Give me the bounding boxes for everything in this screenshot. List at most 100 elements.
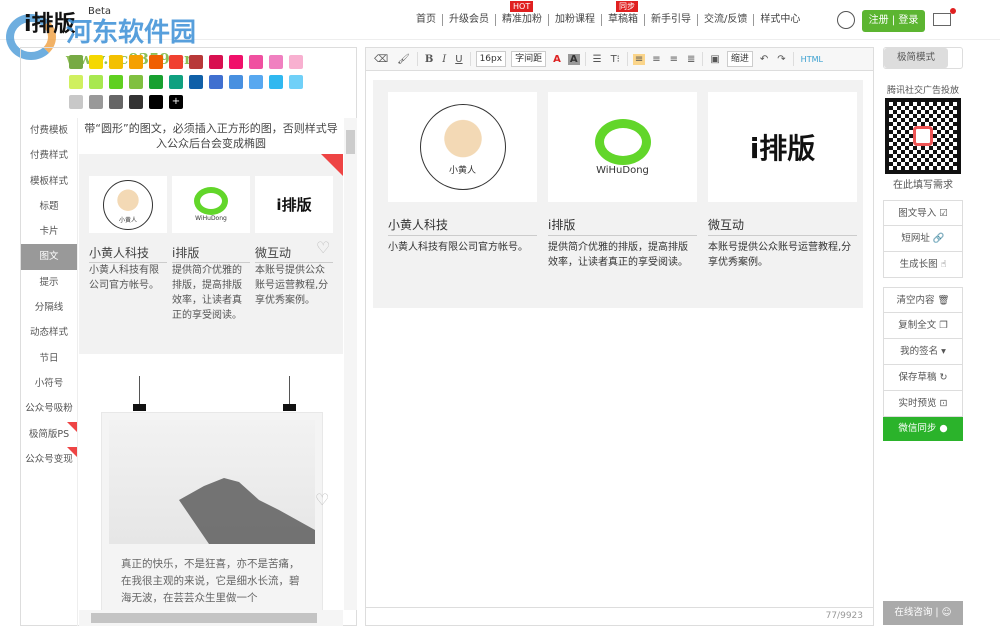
tool-button[interactable]: 短网址 🔗 [883,226,963,252]
card[interactable]: i排版微互动本账号提供公众账号运营教程,分享优秀案例。 [708,92,857,270]
brush-icon[interactable]: 🖌 [395,54,412,65]
mail-icon[interactable] [933,13,951,26]
sidebar-item[interactable]: 动态样式 [21,320,77,345]
color-swatch[interactable] [69,75,83,89]
tool-button[interactable]: 清空内容 🗑 [883,287,963,313]
wechat-sync-button[interactable]: 微信同步 ● [883,417,963,441]
color-swatch[interactable] [189,55,203,69]
editor-content[interactable]: 小黄人小黄人科技小黄人科技有限公司官方帐号。WiHuDongi排版提供简介优雅的… [373,80,863,308]
color-swatch[interactable] [129,95,143,109]
heart-icon[interactable]: ♡ [315,490,329,509]
undo-icon[interactable]: ↶ [758,54,770,65]
sidebar-item[interactable]: 模板样式 [21,169,77,194]
sidebar-item[interactable]: 节日 [21,346,77,371]
sidebar-item[interactable]: 付费模板 [21,118,77,143]
color-swatch[interactable] [229,55,243,69]
bold-button[interactable]: B [423,54,435,65]
nav-item[interactable]: 首页 [410,14,443,26]
sidebar-item[interactable]: 图文 [21,244,77,269]
tool-button[interactable]: 图文导入 ☑ [883,200,963,226]
align-left-icon[interactable]: ≡ [633,54,645,65]
justify-icon[interactable]: ≣ [685,54,697,65]
card[interactable]: WiHuDongi排版提供简介优雅的排版，提高排版效率，让读者真正的享受阅读。 [548,92,697,270]
color-swatch[interactable] [269,75,283,89]
color-swatch[interactable] [129,55,143,69]
indent-button[interactable]: 缩进 [727,51,753,67]
list-button[interactable]: ☰ [591,54,604,65]
tool-button[interactable]: 我的签名 ▾ [883,339,963,365]
sidebar-item[interactable]: 提示 [21,270,77,295]
sidebar-item[interactable]: 标题 [21,194,77,219]
heart-icon[interactable]: ♡ [316,238,330,257]
color-swatch[interactable] [149,55,163,69]
card-template[interactable]: 小黄人小黄人科技小黄人科技有限公司官方帐号。WiHuDongi排版提供简介优雅的… [89,176,333,323]
nav-item[interactable]: 加粉课程 [549,14,602,26]
color-swatch[interactable] [189,75,203,89]
horizontal-scrollbar[interactable] [79,610,343,626]
color-swatch[interactable] [149,75,163,89]
online-consult-button[interactable]: 在线咨询 | ☺ [883,601,963,625]
html-button[interactable]: HTML [799,55,825,64]
color-swatch[interactable] [109,55,123,69]
card[interactable]: WiHuDongi排版提供简介优雅的排版，提高排版效率，让读者真正的享受阅读。 [172,176,250,323]
nav-item[interactable]: 精准加粉HOT [496,14,549,26]
nav-item[interactable]: 升级会员 [443,14,496,26]
user-icon[interactable] [837,11,855,29]
color-swatch[interactable] [209,55,223,69]
color-swatch[interactable] [89,95,103,109]
qr-caption[interactable]: 在此填写需求 [883,176,963,191]
image-icon[interactable]: ▣ [708,54,721,65]
color-swatch[interactable] [289,55,303,69]
poem-template[interactable]: ♡ 真正的快乐，不是狂喜，亦不是苦痛，在我很主观的来说，它是细水长流，碧海无波，… [79,354,343,610]
color-swatch[interactable] [229,75,243,89]
sidebar-item[interactable]: 小符号 [21,371,77,396]
color-swatch[interactable] [169,55,183,69]
font-color-button[interactable]: A [551,54,563,65]
simple-mode-toggle[interactable]: 极简模式 [883,47,963,69]
add-color-button[interactable]: + [169,95,183,109]
align-center-icon[interactable]: ≡ [650,54,662,65]
qr-code[interactable] [885,98,961,174]
color-swatch[interactable] [129,75,143,89]
color-swatch[interactable] [169,75,183,89]
tool-button[interactable]: 生成长图 ☝ [883,252,963,278]
tool-button[interactable]: 保存草稿 ↻ [883,365,963,391]
color-swatch[interactable] [269,55,283,69]
bg-color-button[interactable]: A [568,54,580,65]
tool-button[interactable]: 复制全文 ❐ [883,313,963,339]
heading-button[interactable]: T⁝ [609,54,622,65]
sidebar-item[interactable]: 付费样式 [21,143,77,168]
color-swatch[interactable] [249,75,263,89]
sidebar-item[interactable]: 分隔线 [21,295,77,320]
card[interactable]: 小黄人小黄人科技小黄人科技有限公司官方帐号。 [89,176,167,323]
card[interactable]: 小黄人小黄人科技小黄人科技有限公司官方帐号。 [388,92,537,270]
eraser-icon[interactable]: ⌫ [372,54,390,65]
nav-item[interactable]: 草稿箱同步 [602,14,645,26]
letter-spacing-button[interactable]: 字间距 [511,51,546,67]
nav-item[interactable]: 交流/反馈 [698,14,754,26]
color-swatch[interactable] [249,55,263,69]
register-login-button[interactable]: 注册 | 登录 [862,10,925,32]
underline-button[interactable]: U [453,54,464,65]
color-swatch[interactable] [69,95,83,109]
nav-item[interactable]: 新手引导 [645,14,698,26]
color-swatch[interactable] [109,75,123,89]
italic-button[interactable]: I [440,54,448,65]
color-swatch[interactable] [149,95,163,109]
color-swatch[interactable] [69,55,83,69]
font-size-select[interactable]: 16px [476,51,507,67]
nav-item[interactable]: 样式中心 [754,14,806,26]
vertical-scrollbar[interactable] [344,118,357,610]
color-swatch[interactable] [289,75,303,89]
color-swatch[interactable] [209,75,223,89]
sidebar-item[interactable]: 公众号吸粉 [21,396,77,421]
tool-button[interactable]: 实时预览 ⊡ [883,391,963,417]
align-right-icon[interactable]: ≡ [668,54,680,65]
color-swatch[interactable] [89,55,103,69]
sidebar-item[interactable]: 极简版PS [21,422,77,447]
sidebar-item[interactable]: 卡片 [21,219,77,244]
color-swatch[interactable] [89,75,103,89]
redo-icon[interactable]: ↷ [775,54,787,65]
sidebar-item[interactable]: 公众号变现 [21,447,77,472]
color-swatch[interactable] [109,95,123,109]
